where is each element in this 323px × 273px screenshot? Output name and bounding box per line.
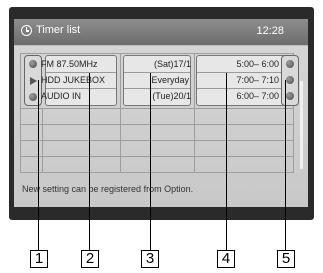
list-item-time[interactable]: 6:00– 7:00 xyxy=(205,89,279,104)
time-column: 5:00– 6:00 7:00– 7:10 6:00– 7:00 xyxy=(196,55,293,106)
callout-3: 3 xyxy=(141,250,159,268)
list-item-date[interactable]: (Tue)20/1 xyxy=(127,89,191,104)
timer-list-screen: Timer list 12:28 FM 87.50MHz HDD JUKEBOX… xyxy=(14,19,308,207)
callout-4: 4 xyxy=(217,250,235,268)
list-item-station[interactable]: HDD JUKEBOX xyxy=(41,73,116,88)
record-dot-icon xyxy=(286,60,294,68)
clock-time: 12:28 xyxy=(256,25,284,37)
clock-icon xyxy=(21,25,32,36)
play-icon xyxy=(30,77,37,85)
list-item-time[interactable]: 7:00– 7:10 xyxy=(205,73,279,88)
title-bar: Timer list 12:28 xyxy=(14,19,308,46)
timer-grid: FM 87.50MHz HDD JUKEBOX AUDIO IN (Sat)17… xyxy=(20,52,299,174)
list-item-date[interactable]: Everyday xyxy=(127,73,189,88)
list-item-time[interactable]: 5:00– 6:00 xyxy=(205,57,279,72)
right-icon-column xyxy=(281,55,299,106)
callout-2: 2 xyxy=(81,250,99,268)
status-icon-column xyxy=(24,55,42,106)
scrollbar[interactable] xyxy=(300,81,303,169)
callout-1: 1 xyxy=(30,250,48,268)
record-dot-icon xyxy=(29,93,37,101)
page-title: Timer list xyxy=(36,24,81,36)
record-dot-icon xyxy=(29,60,37,68)
list-item-station[interactable]: FM 87.50MHz xyxy=(41,57,116,72)
date-column: (Sat)17/1 Everyday (Tue)20/1 xyxy=(123,55,191,106)
record-dot-icon xyxy=(286,92,294,100)
list-item-date[interactable]: (Sat)17/1 xyxy=(127,57,191,72)
list-item-station[interactable]: AUDIO IN xyxy=(41,89,116,104)
record-dot-icon xyxy=(286,76,294,84)
footer-message: New setting can be registered from Optio… xyxy=(22,184,194,194)
callout-5: 5 xyxy=(277,250,295,268)
station-column: FM 87.50MHz HDD JUKEBOX AUDIO IN xyxy=(41,55,117,106)
